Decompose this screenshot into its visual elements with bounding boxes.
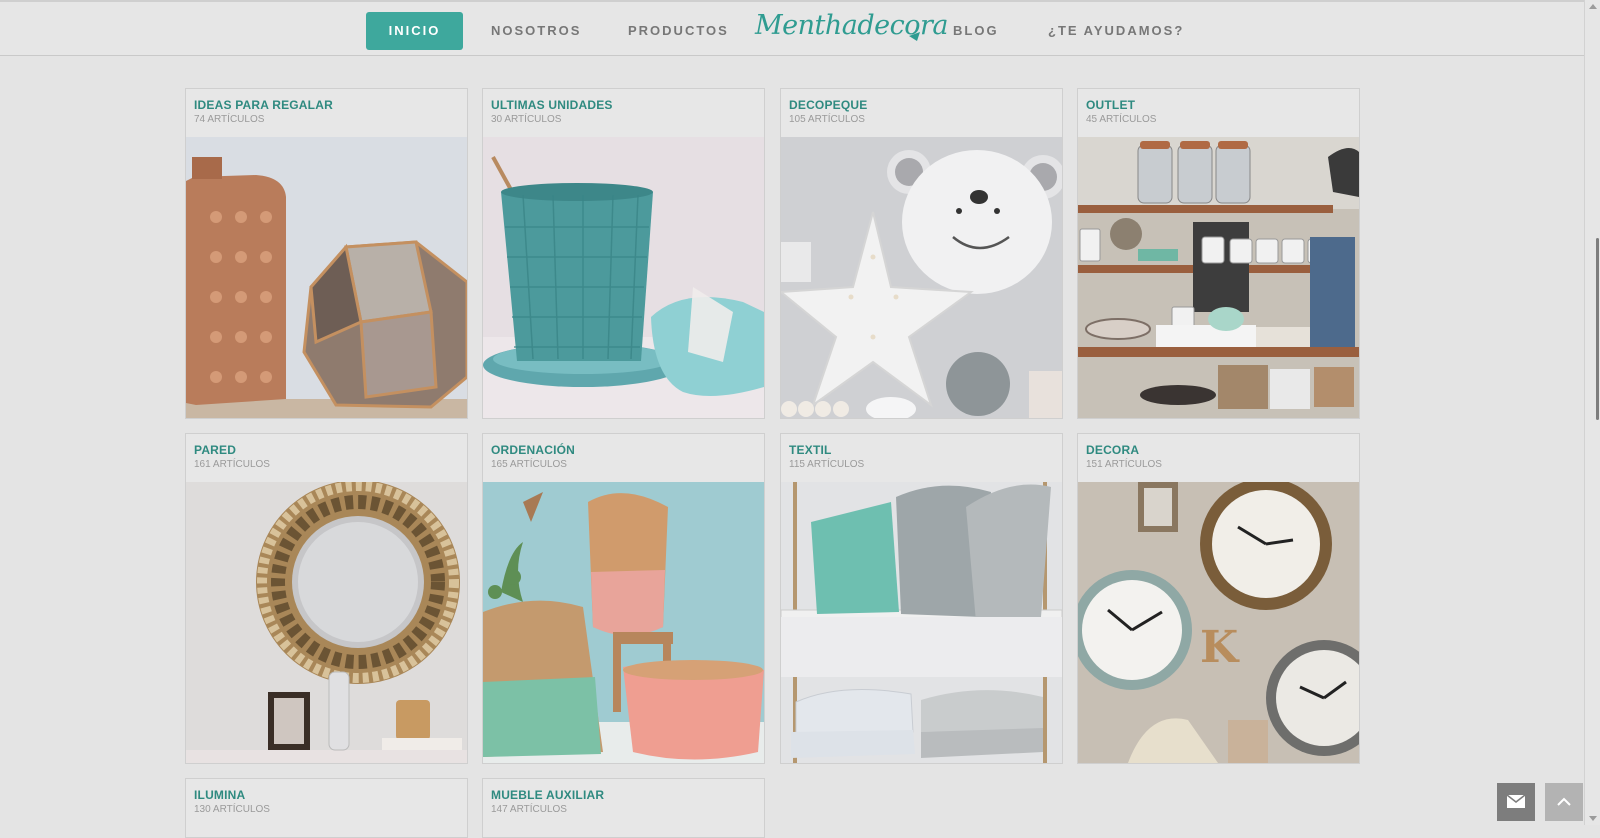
- category-count: 165 ARTÍCULOS: [491, 459, 567, 470]
- nav-inicio[interactable]: INICIO: [366, 12, 463, 50]
- scroll-up-arrow-icon[interactable]: [1589, 4, 1597, 9]
- category-card-mueble-auxiliar[interactable]: MUEBLE AUXILIAR 147 ARTÍCULOS: [482, 778, 765, 838]
- category-title[interactable]: ULTIMAS UNIDADES: [491, 98, 764, 112]
- category-title[interactable]: PARED: [194, 443, 467, 457]
- category-card-pared[interactable]: PARED 161 ARTÍCULOS: [185, 433, 468, 764]
- nav-nosotros[interactable]: NOSOTROS: [491, 12, 581, 50]
- category-title[interactable]: ILUMINA: [194, 788, 467, 802]
- category-count: 30 ARTÍCULOS: [491, 114, 562, 125]
- category-image[interactable]: [186, 137, 467, 418]
- category-card-ordenacion[interactable]: ORDENACIÓN 165 ARTÍCULOS: [482, 433, 765, 764]
- svg-text:K: K: [1200, 622, 1240, 673]
- category-title[interactable]: OUTLET: [1086, 98, 1359, 112]
- nav-te-ayudamos[interactable]: ¿TE AYUDAMOS?: [1048, 12, 1184, 50]
- category-title[interactable]: TEXTIL: [789, 443, 1062, 457]
- category-count: 74 ARTÍCULOS: [194, 114, 265, 125]
- category-title[interactable]: MUEBLE AUXILIAR: [491, 788, 764, 802]
- category-title[interactable]: DECORA: [1086, 443, 1359, 457]
- back-to-top-button[interactable]: [1545, 783, 1583, 821]
- category-count: 115 ARTÍCULOS: [789, 459, 865, 470]
- category-title[interactable]: ORDENACIÓN: [491, 443, 764, 457]
- category-count: 151 ARTÍCULOS: [1086, 459, 1162, 470]
- category-card-ultimas-unidades[interactable]: ULTIMAS UNIDADES 30 ARTÍCULOS: [482, 88, 765, 419]
- category-image[interactable]: [781, 482, 1062, 763]
- scroll-down-arrow-icon[interactable]: [1589, 816, 1597, 821]
- logo-leaf-icon: [909, 32, 920, 41]
- page-scrollbar[interactable]: [1584, 0, 1600, 825]
- nav-blog[interactable]: BLOG: [953, 12, 999, 50]
- category-image[interactable]: [1078, 137, 1359, 418]
- category-title[interactable]: DECOPEQUE: [789, 98, 1062, 112]
- category-card-ilumina[interactable]: ILUMINA 130 ARTÍCULOS: [185, 778, 468, 838]
- category-image[interactable]: [483, 482, 764, 763]
- category-count: 161 ARTÍCULOS: [194, 459, 270, 470]
- category-image[interactable]: [483, 137, 764, 418]
- category-count: 130 ARTÍCULOS: [194, 804, 270, 815]
- category-card-outlet[interactable]: OUTLET 45 ARTÍCULOS: [1077, 88, 1360, 419]
- chevron-up-icon: [1557, 797, 1571, 806]
- category-image[interactable]: K: [1078, 482, 1359, 763]
- nav-productos[interactable]: PRODUCTOS: [628, 12, 729, 50]
- category-title[interactable]: IDEAS PARA REGALAR: [194, 98, 467, 112]
- category-count: 147 ARTÍCULOS: [491, 804, 567, 815]
- category-card-decopeque[interactable]: DECOPEQUE 105 ARTÍCULOS: [780, 88, 1063, 419]
- category-card-textil[interactable]: TEXTIL 115 ARTÍCULOS: [780, 433, 1063, 764]
- category-count: 45 ARTÍCULOS: [1086, 114, 1157, 125]
- scrollbar-thumb[interactable]: [1596, 238, 1599, 420]
- contact-mail-button[interactable]: [1497, 783, 1535, 821]
- main-nav: INICIO NOSOTROS PRODUCTOS Menthadecora B…: [0, 2, 1584, 58]
- category-card-decora[interactable]: DECORA 151 ARTÍCULOS K: [1077, 433, 1360, 764]
- category-image[interactable]: [186, 482, 467, 763]
- top-navigation-bar: INICIO NOSOTROS PRODUCTOS Menthadecora B…: [0, 0, 1584, 56]
- envelope-icon: [1506, 794, 1526, 808]
- category-count: 105 ARTÍCULOS: [789, 114, 865, 125]
- category-image[interactable]: [781, 137, 1062, 418]
- category-card-ideas-para-regalar[interactable]: IDEAS PARA REGALAR 74 ARTÍCULOS: [185, 88, 468, 419]
